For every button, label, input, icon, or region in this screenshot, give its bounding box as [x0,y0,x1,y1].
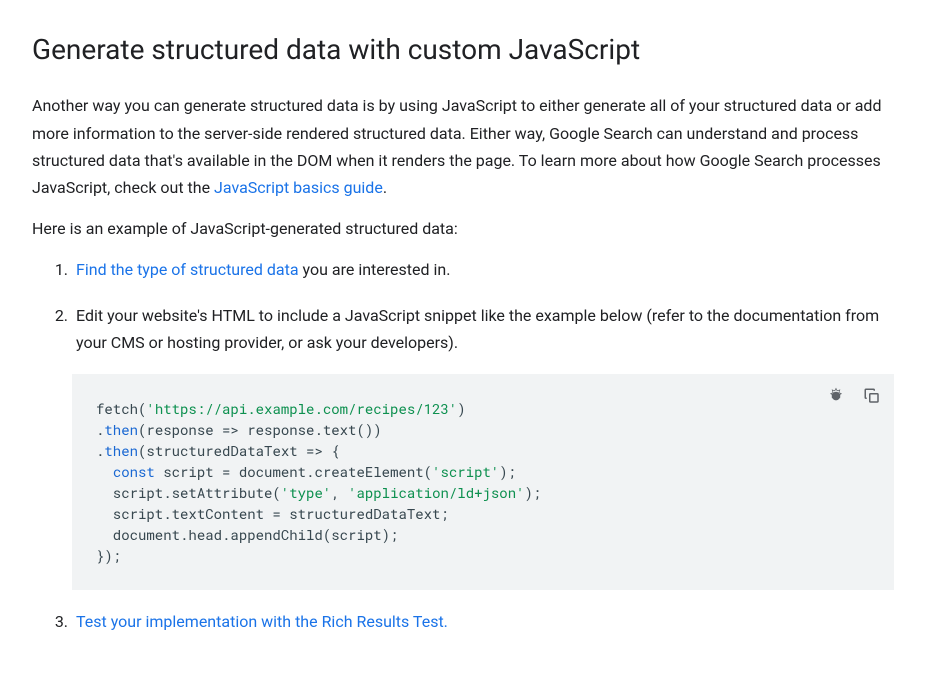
code-token: 'application/ld+json' [348,483,524,502]
code-token [96,462,113,481]
step-3: Test your implementation with the Rich R… [72,608,894,635]
step-1-suffix: you are interested in. [299,260,451,279]
code-token: , [331,483,348,502]
code-token: ) [457,399,465,418]
js-basics-guide-link[interactable]: JavaScript basics guide [214,178,383,197]
intro-text-2: . [383,178,387,197]
code-token: 'https://api.example.com/recipes/123' [146,399,457,418]
find-structured-data-link[interactable]: Find the type of structured data [76,260,299,279]
step-2-text: Edit your website's HTML to include a Ja… [76,306,879,352]
step-2: Edit your website's HTML to include a Ja… [72,302,894,590]
code-token: 'type' [281,483,331,502]
theme-toggle-icon[interactable] [822,382,850,410]
example-lead-paragraph: Here is an example of JavaScript-generat… [32,215,894,242]
code-toolbar [822,382,886,410]
section-heading: Generate structured data with custom Jav… [32,32,894,68]
code-token: const [113,462,155,481]
code-token: script = document.createElement( [155,462,432,481]
intro-text-1: Another way you can generate structured … [32,96,881,197]
code-token: fetch [96,399,138,418]
copy-icon[interactable] [858,382,886,410]
steps-list: Find the type of structured data you are… [32,256,894,635]
code-token: document.head.appendChild(script); [96,525,398,544]
code-token: script.textContent = structuredDataText; [96,504,449,523]
code-token: 'script' [432,462,499,481]
intro-paragraph: Another way you can generate structured … [32,92,894,201]
code-token: ); [525,483,542,502]
code-block-wrapper: fetch('https://api.example.com/recipes/1… [72,374,894,590]
code-token: script.setAttribute( [96,483,281,502]
test-implementation-link[interactable]: Test your implementation with the Rich R… [76,612,448,631]
code-token: }); [96,546,121,565]
code-token: ); [499,462,516,481]
step-1: Find the type of structured data you are… [72,256,894,283]
code-block: fetch('https://api.example.com/recipes/1… [72,374,894,590]
code-token: (response => response.text()) [138,420,382,439]
code-token: (structuredDataText => { [138,441,340,460]
code-token: then [104,420,138,439]
code-token: then [104,441,138,460]
